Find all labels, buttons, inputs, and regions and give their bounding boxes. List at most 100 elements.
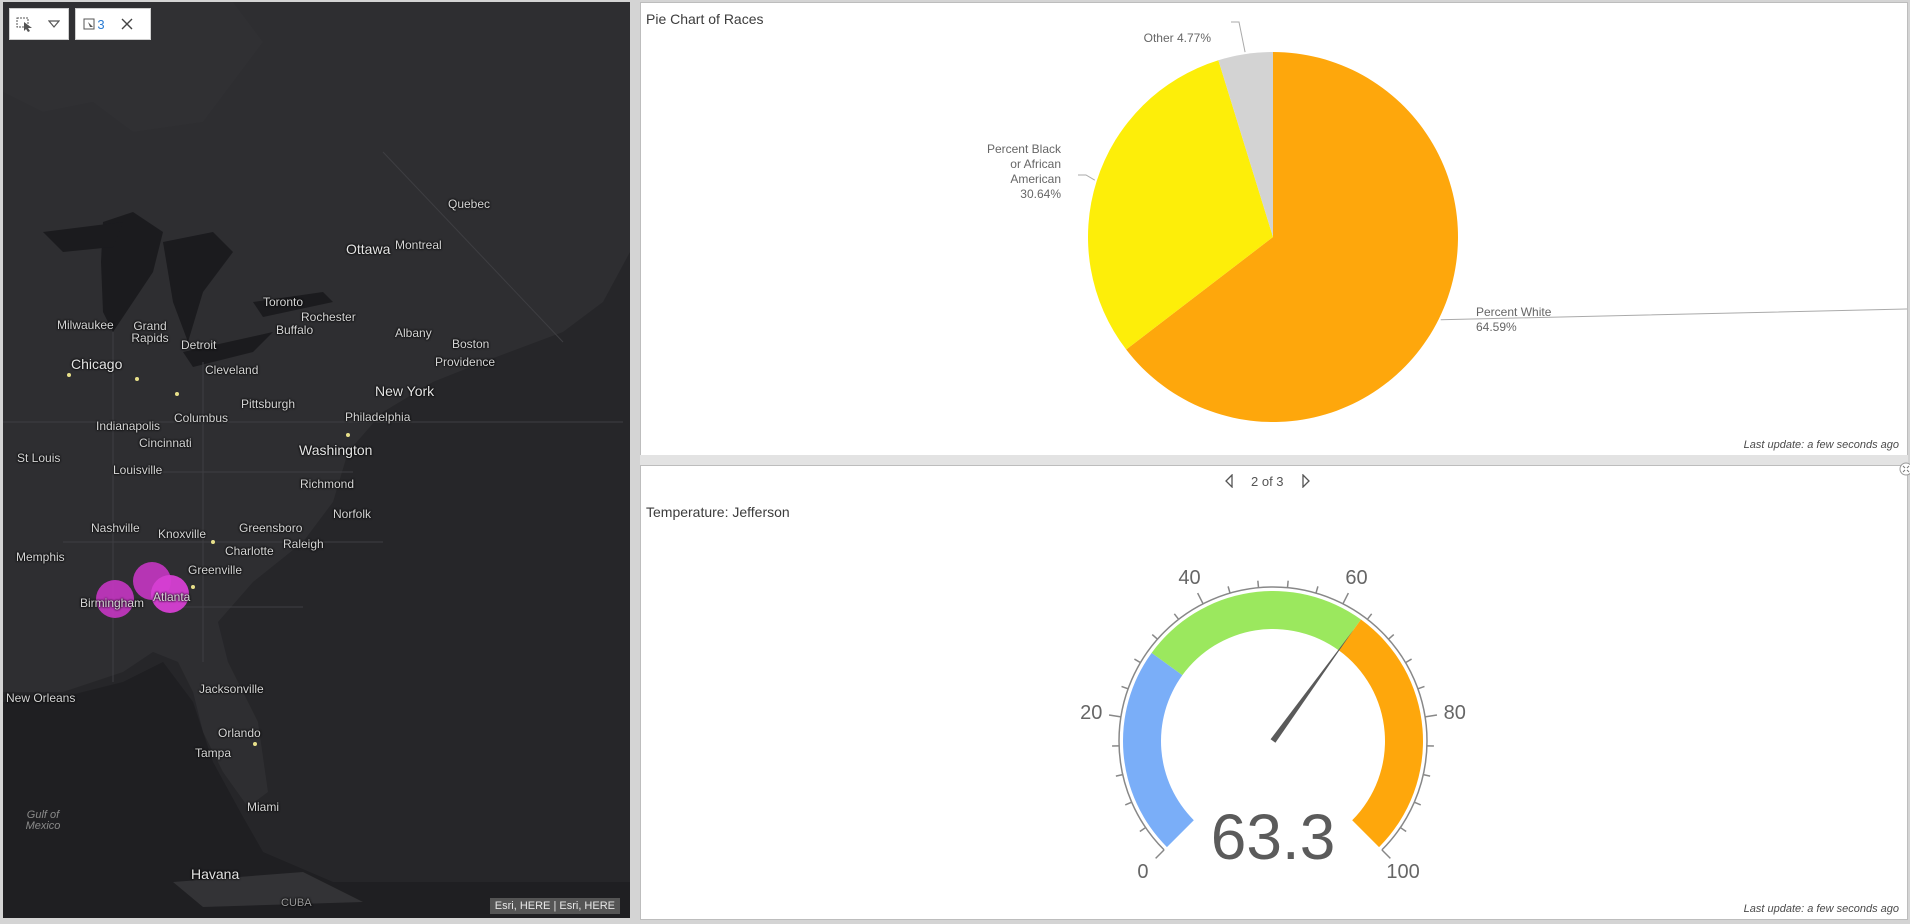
pie-label-2: Other 4.77% [1144,31,1212,45]
map-label-birmingham: Birmingham [80,596,145,610]
last-update: Last update: a few seconds ago [1743,439,1899,451]
selection-icon [83,18,95,30]
pie-leader-line-2 [1231,21,1246,53]
map-label-detroit: Detroit [181,338,217,352]
gauge-tick-label: 80 [1444,702,1466,724]
gauge-tick-label: 0 [1137,861,1148,883]
map-label-buffalo: Buffalo [276,323,314,337]
selection-count-button[interactable]: 3 [76,9,112,39]
gauge-tick [1134,658,1141,664]
select-mode-dropdown[interactable] [39,9,68,39]
map-label-richmond: Richmond [300,477,355,491]
selection-count: 3 [97,16,105,32]
map-label-nashville: Nashville [91,521,140,535]
select-features-button[interactable] [10,9,39,39]
gauge-needle [1270,629,1354,743]
map-label-raleigh: Raleigh [283,537,324,551]
pie-label-0: Percent White 64.59% [1476,305,1552,334]
gauge-tick [1423,773,1431,777]
map-label-greenville: Greenville [188,563,243,577]
gauge-tick-label: 100 [1386,861,1419,883]
map-label-albany: Albany [395,326,432,340]
gauge-tick [1381,849,1391,859]
gauge-tick [1414,801,1422,806]
gauge-tick [1257,580,1260,588]
map-label-cuba: CUBA [281,897,312,909]
map-label-grand-rapids: Grand Rapids [131,319,169,345]
panel-divider [640,455,1908,465]
map-label-orlando: Orlando [218,726,261,740]
map-label-tampa: Tampa [195,746,232,760]
gauge-tick [1388,633,1395,640]
gauge-tick [1139,826,1147,833]
gauge-tick-label: 40 [1178,567,1200,589]
gauge-tick [1424,714,1438,718]
gauge-tick [1108,714,1122,718]
map-label-havana: Havana [191,866,240,882]
pie-chart-panel: Pie Chart of Races Percent White 64.59% Pe… [640,2,1908,456]
map-label-atlanta: Atlanta [153,590,191,604]
gauge-panel: 2 of 3 Temperature: Jefferson 0 20 40 60 80 1… [640,462,1910,920]
map-label-miami: Miami [247,800,279,814]
map-label-new-orleans: New Orleans [6,691,76,705]
map-view[interactable]: Quebec Ottawa Montreal Toronto Rochester Buff… [3,2,630,918]
gauge-tick [1227,586,1231,594]
map-label-philadelphia: Philadelphia [345,410,411,424]
map-label-louisville: Louisville [113,463,163,477]
map-attribution[interactable]: Esri, HERE | Esri, HERE [489,898,620,914]
select-features-icon [16,17,32,32]
gauge-tick [1155,849,1165,859]
map-label-charlotte: Charlotte [225,544,274,558]
map-label-ottawa: Ottawa [346,241,391,257]
gauge-tick-label: 20 [1080,702,1102,724]
gauge-tick [1366,613,1373,620]
map-label-memphis: Memphis [16,550,65,564]
map-label-milwaukee: Milwaukee [57,318,114,332]
chevron-down-icon [47,20,60,28]
gauge-tick [1342,592,1350,605]
gauge-tick [1315,586,1319,594]
gauge-tick [1121,685,1129,690]
close-icon [121,18,133,30]
map-label-rochester: Rochester [301,310,356,324]
gauge-tick [1286,580,1289,588]
gauge-band-0 [1123,652,1194,848]
pie-leader-line-1 [1078,174,1096,181]
map-label-indianapolis: Indianapolis [96,419,161,433]
selection-summary: 3 [75,8,151,40]
gauge-tick [1115,773,1123,777]
map-label-providence: Providence [435,355,496,369]
pie-chart: Percent White 64.59% Percent Black or Afric… [987,21,1907,422]
map-label-greensboro: Greensboro [239,521,303,535]
map-label-cleveland: Cleveland [205,363,259,377]
gauge-band-2 [1338,619,1423,848]
map-label-gulf-of-mexico: Gulf of Mexico [25,809,61,832]
basemap [3,2,630,918]
map-label-columbus: Columbus [174,411,229,425]
gauge-tick [1151,633,1158,640]
map-label-cincinnati: Cincinnati [139,436,192,450]
map-label-norfolk: Norfolk [333,507,372,521]
gauge-tick [1124,801,1132,806]
map-label-jacksonville: Jacksonville [199,682,264,696]
clear-selection-button[interactable] [112,9,142,39]
gauge-tick [1173,613,1180,620]
map-label-st-louis: St Louis [17,451,61,465]
map-select-tools [9,8,69,40]
gauge-value: 63.3 [1211,801,1336,873]
map-label-knoxville: Knoxville [158,527,207,541]
gauge-tick [1399,826,1407,833]
map-label-toronto: Toronto [263,295,304,309]
map-label-new-york: New York [375,383,435,399]
map-label-chicago: Chicago [71,356,123,372]
map-label-washington: Washington [299,442,373,458]
gauge-tick [1196,592,1204,605]
gauge-tick [1417,685,1425,690]
last-update: Last update: a few seconds ago [1743,903,1899,915]
map-label-montreal: Montreal [395,238,442,252]
gauge-tick-label: 60 [1345,567,1367,589]
gauge-chart: 0 20 40 60 80 100 63.3 [1080,567,1466,883]
pie-label-1: Percent Black or African American 30.64% [987,142,1062,201]
map-label-quebec: Quebec [448,197,491,211]
map-label-boston: Boston [452,337,490,351]
